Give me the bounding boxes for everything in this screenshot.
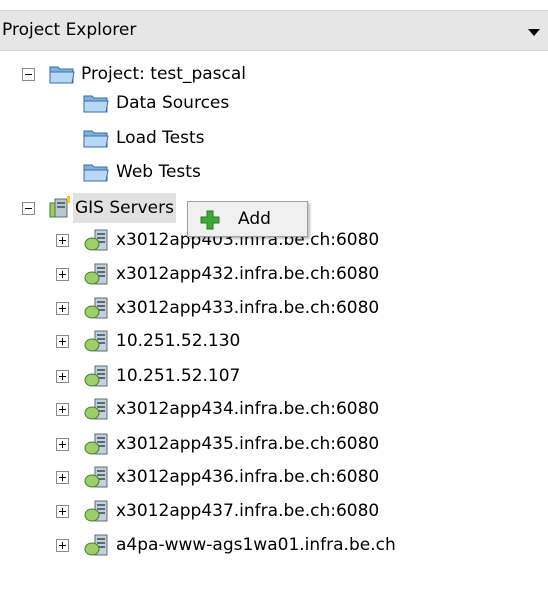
tree-item-load-tests[interactable]: Load Tests xyxy=(0,123,548,153)
folder-icon xyxy=(83,95,109,113)
tree-item-label: a4pa-www-ags1wa01.infra.be.ch xyxy=(116,535,396,555)
plus-icon xyxy=(200,210,220,230)
tree-item-server[interactable]: x3012app432.infra.be.ch:6080 xyxy=(0,259,548,289)
tree-item-label: x3012app436.infra.be.ch:6080 xyxy=(116,467,380,487)
tree-item-label: x3012app433.infra.be.ch:6080 xyxy=(116,298,380,318)
tree-item-project[interactable]: Project: test_pascal xyxy=(0,59,548,89)
menu-item-add[interactable]: Add xyxy=(192,205,303,233)
tree-item-web-tests[interactable]: Web Tests xyxy=(0,157,548,187)
context-menu: Add xyxy=(187,201,308,237)
tree-item-server[interactable]: x3012app434.infra.be.ch:6080 xyxy=(0,394,548,424)
server-icon xyxy=(84,398,108,420)
tree-item-label: 10.251.52.130 xyxy=(116,331,241,351)
folder-icon xyxy=(83,130,109,148)
expand-icon[interactable] xyxy=(56,302,69,315)
tree-item-server[interactable]: x3012app436.infra.be.ch:6080 xyxy=(0,462,548,492)
tree-item-label: x3012app437.infra.be.ch:6080 xyxy=(116,501,380,521)
tree-item-label: Data Sources xyxy=(116,93,230,113)
panel-header: Project Explorer xyxy=(0,10,548,51)
expand-icon[interactable] xyxy=(56,438,69,451)
collapse-icon[interactable] xyxy=(22,68,35,81)
tree-item-server[interactable]: x3012app433.infra.be.ch:6080 xyxy=(0,293,548,323)
server-icon xyxy=(84,229,108,251)
tree-item-label: x3012app432.infra.be.ch:6080 xyxy=(116,264,380,284)
expand-icon[interactable] xyxy=(56,268,69,281)
expand-icon[interactable] xyxy=(56,234,69,247)
tree-item-server[interactable]: a4pa-www-ags1wa01.infra.be.ch xyxy=(0,530,548,560)
tree-item-label: 10.251.52.107 xyxy=(116,366,241,386)
server-icon xyxy=(84,263,108,285)
tree-item-server[interactable]: 10.251.52.107 xyxy=(0,361,548,391)
server-icon xyxy=(84,365,108,387)
tree-item-label: x3012app435.infra.be.ch:6080 xyxy=(116,434,380,454)
server-icon xyxy=(84,500,108,522)
server-icon xyxy=(84,330,108,352)
tree-item-data-sources[interactable]: Data Sources xyxy=(0,88,548,118)
tree-item-label: Load Tests xyxy=(116,128,205,148)
tree-item-server[interactable]: 10.251.52.130 xyxy=(0,326,548,356)
expand-icon[interactable] xyxy=(56,505,69,518)
collapse-icon[interactable] xyxy=(22,202,35,215)
tree-item-server[interactable]: x3012app435.infra.be.ch:6080 xyxy=(0,429,548,459)
expand-icon[interactable] xyxy=(56,539,69,552)
server-icon xyxy=(84,433,108,455)
tree-item-server[interactable]: x3012app437.infra.be.ch:6080 xyxy=(0,496,548,526)
server-icon xyxy=(84,466,108,488)
expand-icon[interactable] xyxy=(56,335,69,348)
server-icon xyxy=(84,534,108,556)
tree-item-label: GIS Servers xyxy=(73,193,176,223)
menu-item-label: Add xyxy=(238,209,271,229)
tree-item-label: Web Tests xyxy=(116,162,201,182)
folder-icon xyxy=(49,66,75,84)
expand-icon[interactable] xyxy=(56,370,69,383)
tree-item-label: Project: test_pascal xyxy=(81,64,246,84)
folder-icon xyxy=(83,164,109,182)
tree-item-label: x3012app434.infra.be.ch:6080 xyxy=(116,399,380,419)
panel-title: Project Explorer xyxy=(2,20,137,40)
expand-icon[interactable] xyxy=(56,471,69,484)
expand-icon[interactable] xyxy=(56,403,69,416)
chevron-down-icon[interactable] xyxy=(528,29,540,36)
server-group-icon xyxy=(49,196,70,218)
server-icon xyxy=(84,297,108,319)
